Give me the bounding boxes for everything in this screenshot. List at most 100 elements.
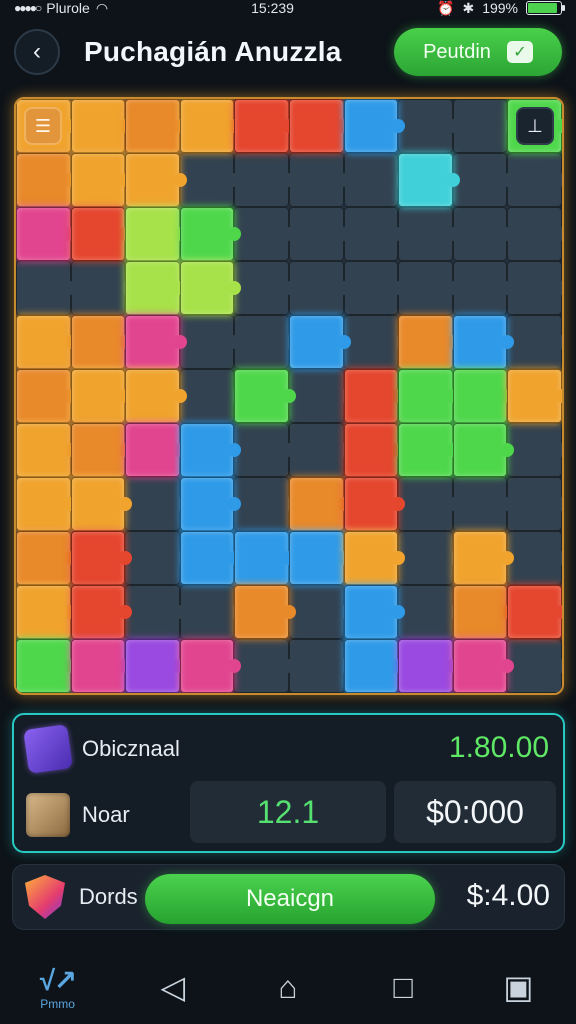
puzzle-piece[interactable] xyxy=(398,423,460,477)
puzzle-grid[interactable] xyxy=(16,99,562,693)
puzzle-piece[interactable] xyxy=(16,369,78,423)
puzzle-piece[interactable] xyxy=(398,369,460,423)
nav-camera-button[interactable]: ▣ xyxy=(488,957,548,1017)
puzzle-piece[interactable] xyxy=(452,153,514,207)
puzzle-piece[interactable] xyxy=(343,207,405,261)
puzzle-piece[interactable] xyxy=(343,531,405,585)
puzzle-piece[interactable] xyxy=(288,639,351,693)
puzzle-piece[interactable] xyxy=(343,369,405,423)
puzzle-piece[interactable] xyxy=(179,477,241,531)
puzzle-piece[interactable] xyxy=(234,477,296,531)
board-menu-button[interactable]: ☰ xyxy=(24,107,62,145)
puzzle-piece[interactable] xyxy=(343,423,405,477)
puzzle-piece[interactable] xyxy=(70,477,132,531)
puzzle-piece[interactable] xyxy=(70,207,132,261)
puzzle-piece[interactable] xyxy=(179,207,241,261)
puzzle-piece[interactable] xyxy=(179,261,241,315)
nav-back-button[interactable]: ◁ xyxy=(143,957,203,1017)
puzzle-piece[interactable] xyxy=(288,585,351,639)
puzzle-piece[interactable] xyxy=(507,153,562,207)
puzzle-piece[interactable] xyxy=(452,477,514,531)
puzzle-piece[interactable] xyxy=(398,315,460,369)
puzzle-piece[interactable] xyxy=(125,423,187,477)
puzzle-piece[interactable] xyxy=(125,369,187,423)
puzzle-piece[interactable] xyxy=(343,261,405,315)
puzzle-piece[interactable] xyxy=(125,207,187,261)
nav-recent-button[interactable]: □ xyxy=(373,957,433,1017)
puzzle-piece[interactable] xyxy=(398,477,460,531)
puzzle-piece[interactable] xyxy=(507,639,562,693)
puzzle-piece[interactable] xyxy=(125,531,187,585)
puzzle-piece[interactable] xyxy=(507,477,562,531)
puzzle-piece[interactable] xyxy=(452,207,514,261)
puzzle-piece[interactable] xyxy=(179,423,241,477)
puzzle-piece[interactable] xyxy=(452,261,514,315)
puzzle-piece[interactable] xyxy=(507,207,562,261)
puzzle-piece[interactable] xyxy=(288,531,351,585)
puzzle-piece[interactable] xyxy=(16,153,78,207)
puzzle-piece[interactable] xyxy=(452,423,514,477)
puzzle-piece[interactable] xyxy=(234,153,296,207)
puzzle-piece[interactable] xyxy=(125,261,187,315)
puzzle-piece[interactable] xyxy=(70,261,132,315)
puzzle-piece[interactable] xyxy=(507,423,562,477)
puzzle-piece[interactable] xyxy=(16,207,78,261)
puzzle-piece[interactable] xyxy=(343,153,405,207)
back-button[interactable]: ‹ xyxy=(14,29,60,75)
puzzle-piece[interactable] xyxy=(452,369,514,423)
puzzle-piece[interactable] xyxy=(507,369,562,423)
puzzle-piece[interactable] xyxy=(288,261,351,315)
puzzle-piece[interactable] xyxy=(452,315,514,369)
puzzle-piece[interactable] xyxy=(179,639,241,693)
puzzle-piece[interactable] xyxy=(452,639,514,693)
puzzle-piece[interactable] xyxy=(452,531,514,585)
puzzle-piece[interactable] xyxy=(179,369,241,423)
puzzle-piece[interactable] xyxy=(16,639,78,693)
puzzle-piece[interactable] xyxy=(125,315,187,369)
puzzle-piece[interactable] xyxy=(179,99,241,153)
puzzle-piece[interactable] xyxy=(343,477,405,531)
puzzle-piece[interactable] xyxy=(507,261,562,315)
puzzle-piece[interactable] xyxy=(234,423,296,477)
puzzle-piece[interactable] xyxy=(125,639,187,693)
puzzle-piece[interactable] xyxy=(70,315,132,369)
puzzle-piece[interactable] xyxy=(507,585,562,639)
puzzle-piece[interactable] xyxy=(288,315,351,369)
puzzle-piece[interactable] xyxy=(16,477,78,531)
puzzle-piece[interactable] xyxy=(70,153,132,207)
puzzle-piece[interactable] xyxy=(398,639,460,693)
board-tool-button[interactable]: ⊥ xyxy=(516,107,554,145)
puzzle-piece[interactable] xyxy=(16,423,78,477)
stat-cell-2[interactable]: $0:000 xyxy=(394,781,556,843)
puzzle-piece[interactable] xyxy=(452,99,514,153)
puzzle-piece[interactable] xyxy=(234,315,296,369)
puzzle-piece[interactable] xyxy=(125,585,187,639)
puzzle-piece[interactable] xyxy=(343,639,405,693)
puzzle-piece[interactable] xyxy=(234,261,296,315)
puzzle-piece[interactable] xyxy=(70,585,132,639)
puzzle-piece[interactable] xyxy=(16,261,78,315)
puzzle-piece[interactable] xyxy=(179,585,241,639)
puzzle-piece[interactable] xyxy=(234,99,296,153)
top-action-button[interactable]: Peutdin ✓ xyxy=(394,28,562,76)
puzzle-piece[interactable] xyxy=(288,423,351,477)
nav-home-button[interactable]: ⌂ xyxy=(258,957,318,1017)
puzzle-piece[interactable] xyxy=(288,153,351,207)
puzzle-piece[interactable] xyxy=(70,99,132,153)
puzzle-piece[interactable] xyxy=(234,531,296,585)
puzzle-piece[interactable] xyxy=(507,315,562,369)
puzzle-piece[interactable] xyxy=(288,369,351,423)
puzzle-piece[interactable] xyxy=(234,207,296,261)
stat-cell-1[interactable]: 12.1 xyxy=(190,781,386,843)
puzzle-piece[interactable] xyxy=(234,639,296,693)
puzzle-piece[interactable] xyxy=(343,99,405,153)
puzzle-piece[interactable] xyxy=(179,531,241,585)
puzzle-piece[interactable] xyxy=(343,585,405,639)
puzzle-piece[interactable] xyxy=(288,207,351,261)
puzzle-piece[interactable] xyxy=(452,585,514,639)
puzzle-piece[interactable] xyxy=(179,315,241,369)
puzzle-piece[interactable] xyxy=(507,531,562,585)
puzzle-piece[interactable] xyxy=(234,585,296,639)
puzzle-piece[interactable] xyxy=(398,585,460,639)
puzzle-piece[interactable] xyxy=(125,477,187,531)
